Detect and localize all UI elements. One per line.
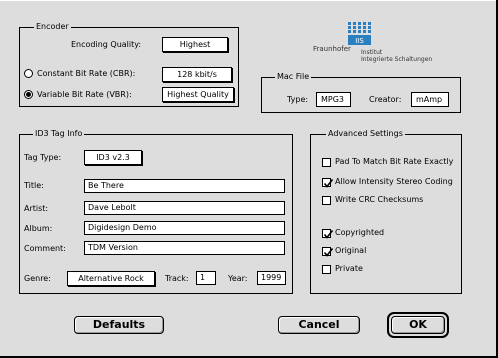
- checkmark-icon: [323, 248, 334, 257]
- checkmark-icon: [323, 230, 334, 239]
- track-label: Track:: [165, 274, 189, 283]
- ok-button[interactable]: OK: [391, 316, 445, 334]
- advanced-option-label: Allow Intensity Stereo Coding: [335, 177, 453, 186]
- advanced-option-row[interactable]: Copyrighted: [322, 228, 458, 239]
- fraunhofer-subtitle: Integrierte Schaltungen: [361, 56, 433, 63]
- vbr-radio[interactable]: [24, 90, 33, 99]
- advanced-option-checkbox[interactable]: [322, 265, 331, 274]
- track-field[interactable]: 1: [196, 271, 216, 285]
- fraunhofer-brand: Fraunhofer: [313, 45, 351, 53]
- mac-creator-field[interactable]: mAmp: [411, 92, 449, 107]
- advanced-option-row[interactable]: Private: [322, 264, 458, 275]
- defaults-button[interactable]: Defaults: [74, 316, 164, 334]
- advanced-option-label: Write CRC Checksums: [335, 195, 424, 204]
- fraunhofer-institut: Institut: [361, 49, 383, 56]
- mac-creator-label: Creator:: [369, 95, 402, 104]
- advanced-option-label: Original: [335, 246, 367, 255]
- advanced-option-checkbox[interactable]: [322, 196, 331, 205]
- advanced-option-row[interactable]: Allow Intensity Stereo Coding: [322, 177, 458, 188]
- encoding-quality-popup[interactable]: Highest: [162, 37, 228, 52]
- comment-field[interactable]: TDM Version: [84, 241, 285, 255]
- advanced-option-label: Copyrighted: [335, 228, 385, 237]
- artist-label: Artist:: [24, 204, 49, 213]
- svg-text:IIS: IIS: [355, 37, 364, 45]
- genre-label: Genre:: [24, 274, 51, 283]
- vbr-radio-dot: [26, 92, 31, 97]
- tag-type-popup[interactable]: ID3 v2.3: [84, 150, 142, 165]
- album-field[interactable]: Digidesign Demo: [84, 221, 285, 235]
- mac-type-field[interactable]: MPG3: [316, 92, 351, 107]
- comment-label: Comment:: [24, 244, 66, 253]
- vbr-quality-popup[interactable]: Highest Quality: [162, 87, 234, 102]
- advanced-option-row[interactable]: Original: [322, 246, 458, 257]
- advanced-option-checkbox[interactable]: [322, 247, 334, 257]
- title-field[interactable]: Be There: [84, 179, 285, 193]
- advanced-option-row[interactable]: Pad To Match Bit Rate Exactly: [322, 157, 458, 168]
- advanced-option-checkbox[interactable]: [322, 178, 334, 188]
- cancel-button[interactable]: Cancel: [278, 316, 360, 334]
- mac-type-label: Type:: [287, 95, 309, 104]
- tag-type-label: Tag Type:: [24, 153, 62, 162]
- checkmark-icon: [323, 179, 334, 188]
- fraunhofer-logo-icon: IIS: [348, 22, 371, 45]
- album-label: Album:: [24, 224, 53, 233]
- encoder-settings-dialog: Encoder Encoding Quality: Highest Consta…: [0, 0, 498, 358]
- artist-field[interactable]: Dave Lebolt: [84, 201, 285, 215]
- cbr-bitrate-popup[interactable]: 128 kbit/s: [162, 67, 232, 82]
- encoder-legend: Encoder: [34, 22, 71, 32]
- advanced-option-checkbox[interactable]: [322, 158, 331, 167]
- cbr-label: Constant Bit Rate (CBR):: [37, 69, 136, 78]
- title-label: Title:: [24, 181, 44, 190]
- advanced-option-row[interactable]: Write CRC Checksums: [322, 195, 458, 206]
- genre-popup[interactable]: Alternative Rock: [67, 271, 155, 286]
- advanced-option-label: Private: [335, 264, 363, 273]
- encoding-quality-label: Encoding Quality:: [71, 40, 142, 49]
- mac-file-legend: Mac File: [275, 72, 312, 82]
- cbr-radio[interactable]: [24, 69, 33, 78]
- year-label: Year:: [228, 274, 248, 283]
- advanced-option-checkbox[interactable]: [322, 229, 334, 239]
- id3-legend: ID3 Tag Info: [33, 129, 85, 139]
- advanced-option-label: Pad To Match Bit Rate Exactly: [335, 157, 454, 166]
- year-field[interactable]: 1999: [257, 271, 286, 285]
- vbr-label: Variable Bit Rate (VBR):: [37, 90, 132, 99]
- fraunhofer-logo: IIS Fraunhofer Institut Integrierte Scha…: [300, 22, 450, 67]
- advanced-settings-legend: Advanced Settings: [326, 129, 405, 139]
